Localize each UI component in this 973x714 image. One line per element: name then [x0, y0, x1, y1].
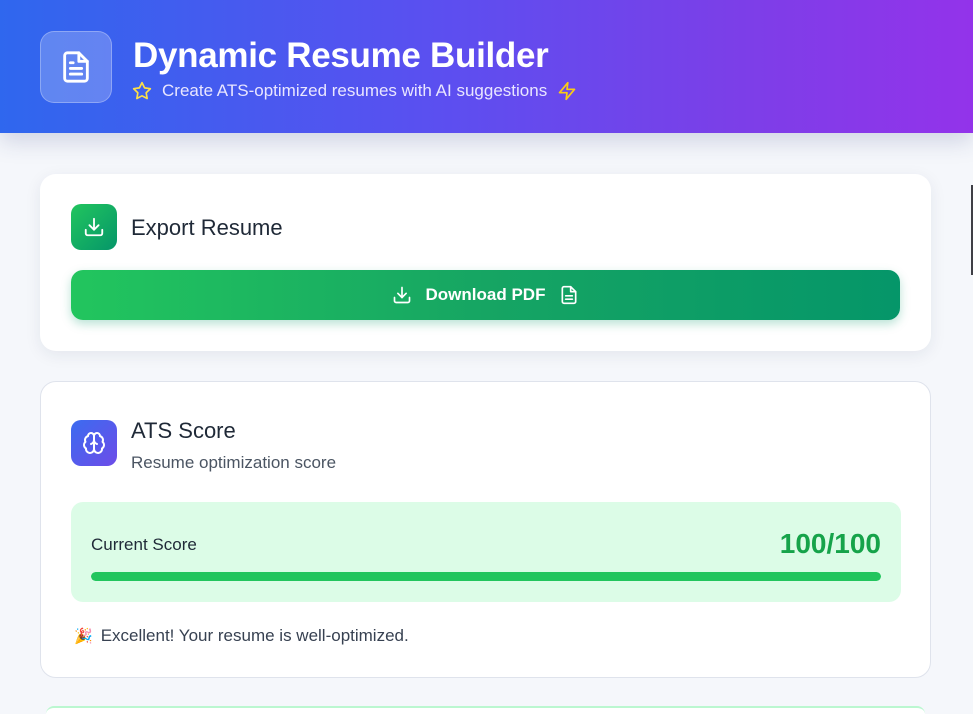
party-popper-icon: 🎉 — [74, 627, 93, 645]
ats-card-icon — [71, 420, 117, 466]
score-progress-fill — [91, 572, 881, 581]
score-value: 100/100 — [779, 528, 881, 559]
app-title: Dynamic Resume Builder — [133, 36, 549, 75]
score-progress-bar — [91, 572, 881, 581]
file-icon — [559, 285, 579, 305]
download-icon — [392, 285, 412, 305]
ats-card-subtitle: Resume optimization score — [131, 453, 337, 472]
download-pdf-button[interactable]: Download PDF — [71, 270, 900, 320]
document-icon — [59, 50, 93, 84]
brain-icon — [82, 431, 106, 455]
export-card-icon — [71, 204, 117, 250]
score-panel: Current Score 100/100 — [71, 502, 901, 602]
app-header: Dynamic Resume Builder Create ATS-optimi… — [0, 0, 973, 133]
ats-card-title: ATS Score — [131, 418, 236, 443]
subtitle-text: Create ATS-optimized resumes with AI sug… — [162, 81, 548, 100]
next-card-edge — [46, 706, 925, 714]
download-icon — [83, 216, 105, 238]
app-logo — [40, 31, 112, 103]
lightning-icon — [557, 81, 577, 101]
app-subtitle: Create ATS-optimized resumes with AI sug… — [132, 80, 577, 102]
feedback-text: Excellent! Your resume is well-optimized… — [100, 626, 409, 645]
score-label: Current Score — [91, 535, 197, 554]
export-card: Export Resume Download PDF — [40, 174, 931, 351]
download-pdf-label: Download PDF — [425, 285, 546, 304]
ats-score-card: ATS Score Resume optimization score Curr… — [40, 381, 931, 678]
score-feedback: 🎉 Excellent! Your resume is well-optimiz… — [74, 625, 409, 647]
star-icon — [132, 81, 152, 101]
export-card-title: Export Resume — [131, 215, 283, 240]
